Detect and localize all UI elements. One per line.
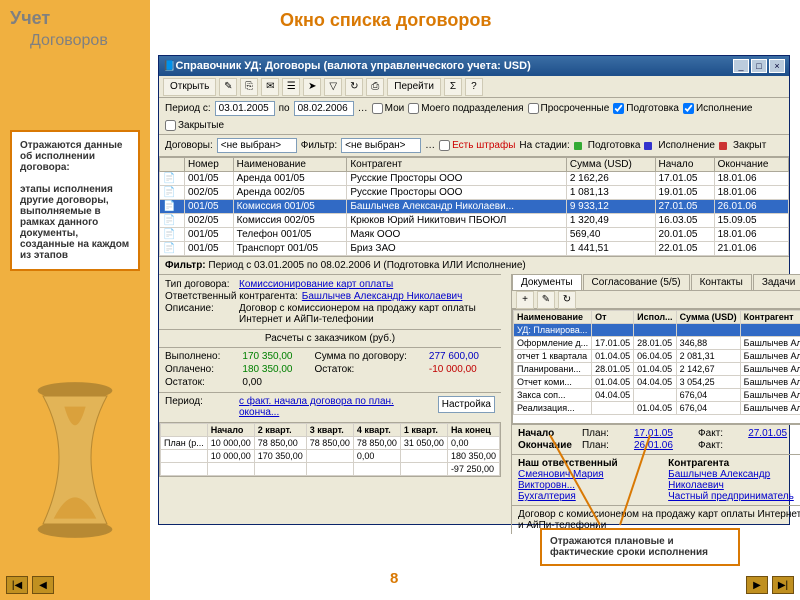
- ctr-resp-link[interactable]: Башлычев Александр Николаевич: [668, 469, 770, 491]
- tool-help-icon[interactable]: ?: [465, 78, 483, 96]
- list-item[interactable]: Планировани...28.01.0501.04.052 142,67Ба…: [513, 363, 800, 376]
- type-link[interactable]: Комиссионирование карт оплаты: [239, 279, 393, 290]
- close-button[interactable]: ×: [769, 59, 785, 73]
- period-bar: Период с: по … Мои Моего подразделения П…: [159, 98, 789, 135]
- plan-grid: Начало2 кварт.3 кварт.4 кварт.1 кварт.На…: [159, 422, 501, 477]
- tool-new-icon[interactable]: ✎: [219, 78, 237, 96]
- nav-last-button[interactable]: ▶|: [772, 576, 794, 594]
- resp-link[interactable]: Башлычев Александр Николаевич: [302, 291, 463, 302]
- tool-print-icon[interactable]: ⎙: [366, 78, 384, 96]
- our-resp-link[interactable]: Смеянович Мария Викторовн...: [518, 469, 604, 491]
- contracts-grid[interactable]: НомерНаименованиеКонтрагентСумма (USD)На…: [159, 157, 789, 256]
- toolbar: Открыть ✎ ⎘ ✉ ☰ ➤ ▽ ↻ ⎙ Перейти Σ ?: [159, 76, 789, 98]
- period-link[interactable]: с факт. начала договора по план. оконча.…: [239, 396, 434, 418]
- goto-button[interactable]: Перейти: [387, 78, 441, 96]
- detail-tabs: Документы Согласование (5/5) Контакты За…: [512, 274, 800, 291]
- filter-select[interactable]: [341, 138, 421, 153]
- nav-first-button[interactable]: |◀: [6, 576, 28, 594]
- chk-myunit[interactable]: Моего подразделения: [408, 103, 523, 114]
- list-item[interactable]: Закса соп...04.04.05676,04Башлычев Ал...: [513, 389, 800, 402]
- list-item[interactable]: Оформление д...17.01.0528.01.05346,88Баш…: [513, 337, 800, 350]
- list-item[interactable]: Отчет коми...01.04.0504.04.053 054,25Баш…: [513, 376, 800, 389]
- chk-fines[interactable]: Есть штрафы: [439, 140, 515, 151]
- chk-exec[interactable]: Исполнение: [683, 103, 753, 114]
- sigma-button[interactable]: Σ: [444, 78, 462, 96]
- hourglass-image: [20, 380, 130, 540]
- nav-prev-button[interactable]: ◀: [32, 576, 54, 594]
- slide-title: Учет: [10, 8, 50, 29]
- period-from-input[interactable]: [215, 101, 275, 116]
- table-row[interactable]: 📄001/05Комиссия 001/05Башлычев Александр…: [160, 200, 789, 214]
- tool-filter-icon[interactable]: ▽: [324, 78, 342, 96]
- window-title: Справочник УД: Договоры (валюта управлен…: [175, 60, 731, 72]
- chk-mine[interactable]: Мои: [372, 103, 405, 114]
- setup-button[interactable]: Настройка: [438, 396, 495, 413]
- list-item[interactable]: Реализация...01.04.05676,04Башлычев Ал..…: [513, 402, 800, 415]
- tab-contacts[interactable]: Контакты: [691, 274, 752, 290]
- tool-copy-icon[interactable]: ⎘: [240, 78, 258, 96]
- tool-mail-icon[interactable]: ✉: [261, 78, 279, 96]
- chk-prep[interactable]: Подготовка: [613, 103, 679, 114]
- list-item[interactable]: УД: Планирова...: [513, 324, 800, 337]
- table-row[interactable]: 📄001/05Телефон 001/05Маяк ООО569,4020.01…: [160, 228, 789, 242]
- list-item[interactable]: отчет 1 квартала01.04.0506.04.052 081,31…: [513, 350, 800, 363]
- tab-documents[interactable]: Документы: [512, 274, 582, 290]
- doc-tool-2[interactable]: ✎: [537, 291, 555, 309]
- tool-tree-icon[interactable]: ☰: [282, 78, 300, 96]
- doc-tool-1[interactable]: +: [516, 291, 534, 309]
- app-icon: 📘: [163, 61, 175, 72]
- chk-overdue[interactable]: Просроченные: [528, 103, 610, 114]
- titlebar: 📘 Справочник УД: Договоры (валюта управл…: [159, 56, 789, 76]
- maximize-button[interactable]: □: [751, 59, 767, 73]
- callout-left: Отражаются данные об исполнении договора…: [10, 130, 140, 271]
- app-window: 📘 Справочник УД: Договоры (валюта управл…: [158, 55, 790, 525]
- tool-refresh-icon[interactable]: ↻: [345, 78, 363, 96]
- nav-next-button[interactable]: ▶: [746, 576, 768, 594]
- page-number: 8: [390, 570, 398, 587]
- table-row[interactable]: 📄001/05Аренда 001/05Русские Просторы ООО…: [160, 172, 789, 186]
- table-row[interactable]: 📄002/05Аренда 002/05Русские Просторы ООО…: [160, 186, 789, 200]
- tool-cursor-icon[interactable]: ➤: [303, 78, 321, 96]
- contracts-select[interactable]: [217, 138, 297, 153]
- filter-summary: Фильтр: Период с 03.01.2005 по 08.02.200…: [159, 256, 789, 274]
- table-row[interactable]: 📄002/05Комиссия 002/05Крюков Юрий Никито…: [160, 214, 789, 228]
- documents-grid[interactable]: НаименованиеОтИспол...Сумма (USD)Контраг…: [512, 309, 800, 424]
- filter-bar-2: Договоры: Фильтр: … Есть штрафы На стади…: [159, 135, 789, 157]
- start-fact-link[interactable]: 27.01.05: [748, 428, 800, 439]
- doc-tool-3[interactable]: ↻: [558, 291, 576, 309]
- chk-closed[interactable]: Закрытые: [165, 120, 224, 131]
- period-to-input[interactable]: [294, 101, 354, 116]
- tab-tasks[interactable]: Задачи: [753, 274, 800, 290]
- end-plan-link[interactable]: 26.01.06: [634, 440, 694, 451]
- minimize-button[interactable]: _: [733, 59, 749, 73]
- slide-subtitle: Договоров: [30, 32, 108, 50]
- table-row[interactable]: 📄001/05Транспорт 001/05Бриз ЗАО1 441,512…: [160, 242, 789, 256]
- start-plan-link[interactable]: 17.01.05: [634, 428, 694, 439]
- period-label: Период с:: [165, 103, 211, 114]
- page-heading: Окно списка договоров: [280, 10, 491, 31]
- tab-approval[interactable]: Согласование (5/5): [583, 274, 690, 290]
- open-button[interactable]: Открыть: [163, 78, 216, 96]
